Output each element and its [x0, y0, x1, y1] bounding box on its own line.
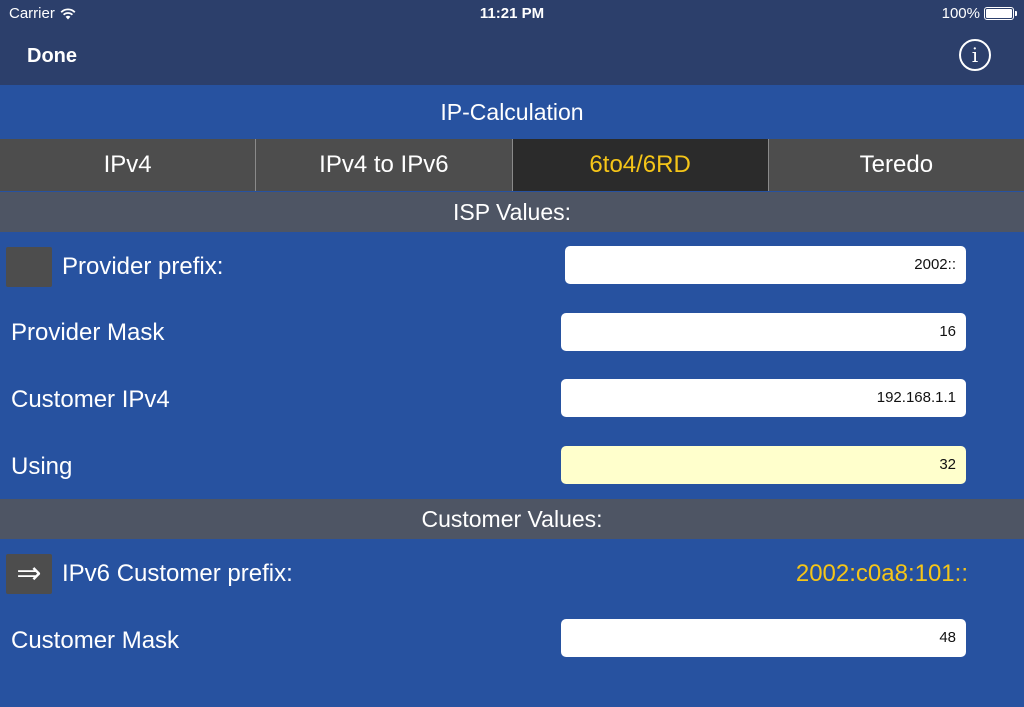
- navigation-bar: Done i: [0, 28, 1024, 85]
- ipv6-customer-prefix-value: 2002:c0a8:101::: [795, 560, 968, 587]
- customer-ipv4-field[interactable]: 192.168.1.1: [561, 379, 966, 417]
- tab-ipv4[interactable]: IPv4: [0, 139, 257, 191]
- battery-indicator: 100%: [941, 5, 1017, 22]
- using-row: Using 32: [0, 431, 1024, 497]
- provider-prefix-label: Provider prefix:: [62, 253, 224, 280]
- provider-prefix-toggle-button[interactable]: [6, 247, 52, 287]
- double-arrow-right-icon[interactable]: ⇒: [6, 554, 52, 594]
- provider-mask-label: Provider Mask: [11, 319, 165, 346]
- customer-values-header: Customer Values:: [0, 499, 1024, 539]
- provider-mask-field[interactable]: 16: [561, 313, 966, 351]
- tab-ipv4-to-ipv6[interactable]: IPv4 to IPv6: [256, 139, 513, 191]
- status-bar: Carrier 11:21 PM 100%: [0, 0, 1024, 28]
- provider-prefix-row: Provider prefix: 2002::: [0, 232, 1024, 298]
- tab-6to4-6rd[interactable]: 6to4/6RD: [512, 139, 769, 191]
- customer-mask-row: Customer Mask 48: [0, 606, 1024, 672]
- provider-mask-row: Provider Mask 16: [0, 298, 1024, 364]
- isp-values-header: ISP Values:: [0, 192, 1024, 232]
- mode-segmented-control: IPv4 IPv4 to IPv6 6to4/6RD Teredo: [0, 139, 1024, 191]
- tab-teredo[interactable]: Teredo: [769, 139, 1024, 191]
- provider-prefix-field[interactable]: 2002::: [565, 246, 966, 284]
- ipv6-customer-prefix-row: ⇒ IPv6 Customer prefix: 2002:c0a8:101::: [0, 540, 1024, 606]
- customer-mask-field[interactable]: 48: [561, 619, 966, 657]
- status-time: 11:21 PM: [479, 5, 545, 22]
- battery-icon: [984, 7, 1017, 20]
- page-title: IP-Calculation: [0, 85, 1024, 139]
- info-icon[interactable]: i: [959, 39, 991, 71]
- using-field[interactable]: 32: [561, 446, 966, 484]
- done-button[interactable]: Done: [27, 45, 77, 68]
- customer-ipv4-row: Customer IPv4 192.168.1.1: [0, 364, 1024, 430]
- ipv6-customer-prefix-label: IPv6 Customer prefix:: [62, 560, 293, 587]
- using-label: Using: [11, 453, 73, 480]
- customer-ipv4-label: Customer IPv4: [11, 386, 170, 413]
- battery-percent: 100%: [941, 5, 980, 22]
- customer-mask-label: Customer Mask: [11, 627, 180, 654]
